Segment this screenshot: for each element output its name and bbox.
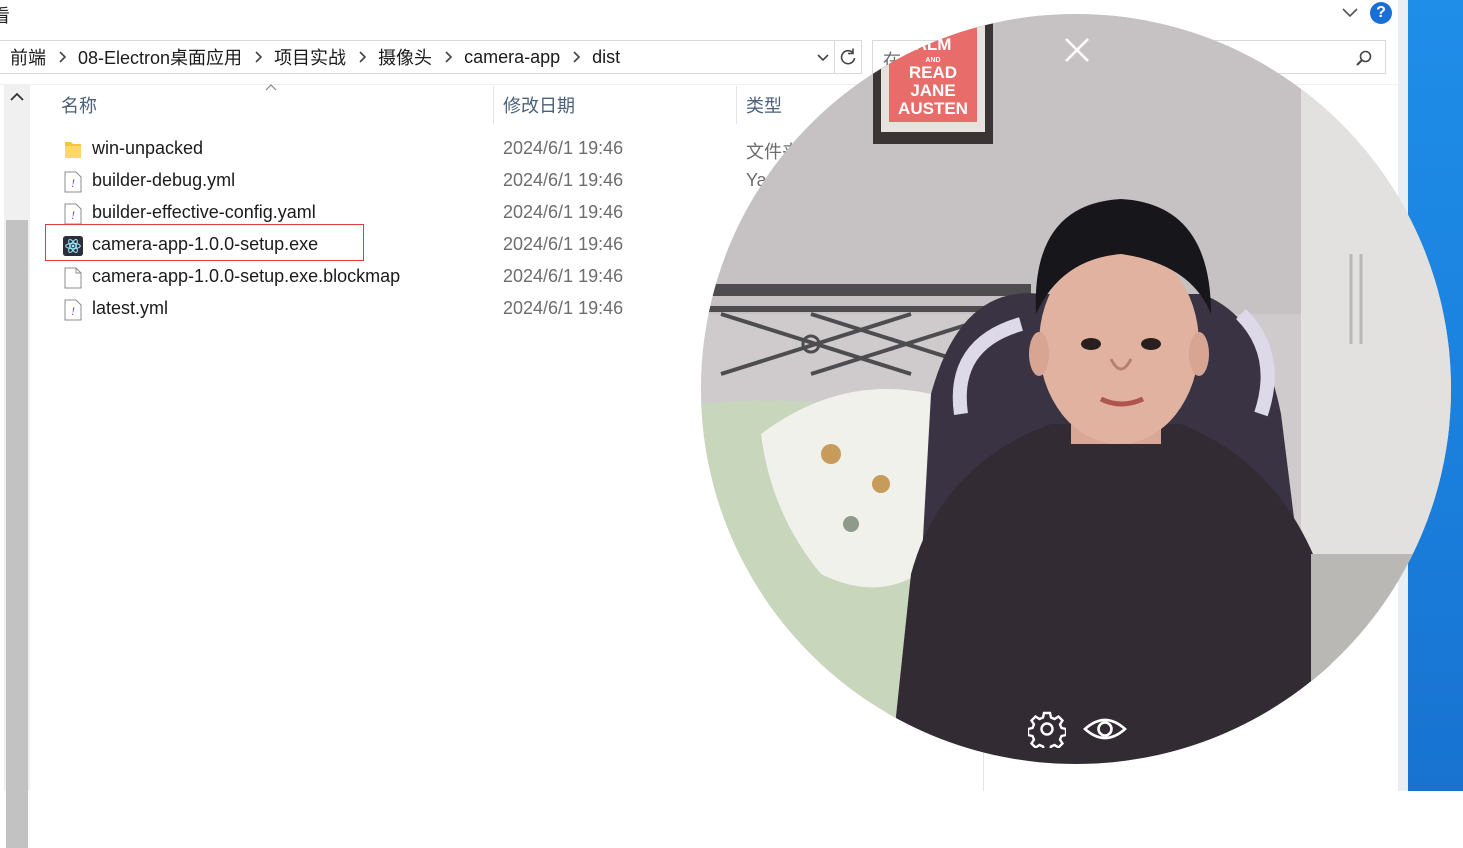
breadcrumb-item[interactable]: dist (592, 47, 626, 68)
column-header-name[interactable]: 名称 (61, 92, 97, 118)
refresh-button[interactable] (834, 40, 862, 74)
blank-file-icon (64, 267, 82, 289)
breadcrumb-item[interactable]: 项目实战 (274, 44, 352, 70)
chevron-right-icon[interactable] (252, 50, 266, 64)
ribbon-strip: 看 ? (0, 0, 1398, 30)
help-icon[interactable]: ? (1370, 2, 1392, 24)
scrollbar-thumb[interactable] (6, 220, 28, 848)
column-header-type[interactable]: 类型 (746, 92, 782, 118)
file-date: 2024/6/1 19:46 (503, 202, 624, 222)
file-date: 2024/6/1 19:46 (503, 266, 624, 286)
poster-text: JANE (910, 81, 955, 100)
eye-icon[interactable] (1082, 710, 1128, 748)
file-date: 2024/6/1 19:46 (503, 138, 624, 158)
camera-preview[interactable]: ALM AND READ JANE AUSTEN (701, 14, 1451, 764)
chevron-right-icon[interactable] (356, 50, 370, 64)
yaml-file-icon: ! (64, 171, 82, 193)
yaml-file-icon: ! (64, 203, 82, 225)
address-bar[interactable]: 前端 08-Electron桌面应用 项目实战 摄像头 camera-app d… (0, 40, 836, 74)
chevron-right-icon[interactable] (442, 50, 456, 64)
folder-icon (65, 142, 81, 158)
file-date: 2024/6/1 19:46 (503, 298, 624, 318)
file-name: builder-effective-config.yaml (92, 202, 316, 222)
scroll-up-icon[interactable] (8, 90, 26, 104)
gear-icon[interactable] (1028, 710, 1066, 748)
column-header-modified[interactable]: 修改日期 (503, 92, 575, 118)
breadcrumb-item[interactable]: camera-app (464, 47, 566, 68)
poster-text: READ (909, 63, 957, 82)
file-name: win-unpacked (92, 138, 204, 158)
vertical-scrollbar[interactable] (4, 84, 30, 848)
ribbon-collapse-chevron-icon[interactable] (1340, 5, 1360, 21)
breadcrumb-item[interactable]: 08-Electron桌面应用 (78, 44, 248, 70)
view-menu-label[interactable]: 看 (0, 2, 10, 28)
file-name: latest.yml (92, 298, 169, 318)
webcam-feed-image: ALM AND READ JANE AUSTEN (701, 14, 1451, 764)
svg-text:!: ! (71, 176, 75, 190)
chevron-right-icon[interactable] (56, 50, 70, 64)
file-name: builder-debug.yml (92, 170, 236, 190)
close-icon[interactable] (1061, 34, 1093, 66)
breadcrumb-item[interactable]: 前端 (0, 44, 52, 70)
file-date: 2024/6/1 19:46 (503, 170, 624, 190)
yaml-file-icon: ! (64, 299, 82, 321)
refresh-icon (840, 48, 856, 65)
poster-text: AUSTEN (898, 99, 968, 118)
highlight-annotation-box (45, 224, 364, 261)
svg-text:!: ! (71, 208, 75, 222)
file-name: camera-app-1.0.0-setup.exe.blockmap (92, 266, 401, 286)
column-divider[interactable] (493, 86, 494, 124)
chevron-down-icon[interactable] (815, 50, 831, 66)
sort-ascending-icon (265, 84, 277, 91)
search-icon[interactable] (1355, 49, 1373, 67)
breadcrumb-item[interactable]: 摄像头 (378, 44, 438, 70)
column-divider[interactable] (736, 86, 737, 124)
chevron-right-icon[interactable] (570, 50, 584, 64)
svg-text:!: ! (71, 304, 75, 318)
file-date: 2024/6/1 19:46 (503, 234, 624, 254)
